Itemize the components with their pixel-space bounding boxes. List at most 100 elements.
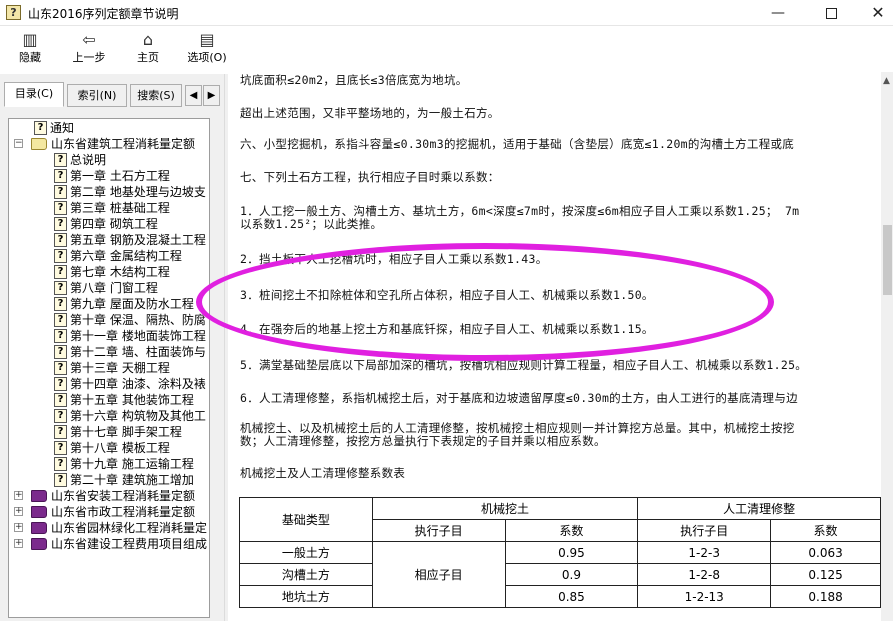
tree-item-building[interactable]: 山东省建筑工程消耗量定额 [31, 136, 195, 152]
home-button[interactable]: ⌂ 主页 [122, 29, 174, 69]
content-scrollbar[interactable]: ▲ [881, 72, 893, 621]
tree-item-label: 第十一章 楼地面装饰工程 [70, 329, 206, 343]
tree-item-chapter[interactable]: ? 第四章 砌筑工程 [54, 216, 158, 232]
highlight-ellipse [196, 243, 774, 361]
content-paragraph: 6．人工清理修整，系指机械挖土后，对于基底和边坡遗留厚度≤0.30m的土方，由人… [240, 391, 798, 405]
table-cell: 0.85 [504, 585, 639, 608]
table-header-manual: 人工清理修整 [637, 497, 881, 520]
help-page-icon: ? [54, 153, 67, 167]
back-arrow-icon: ⇦ [82, 30, 96, 49]
help-page-icon: ? [54, 425, 67, 439]
table-header-machine-sub: 执行子目 [371, 519, 506, 542]
nav-tabs: 目录(C) 索引(N) 搜索(S) ◀ ▶ [4, 82, 220, 108]
maximize-icon [825, 7, 837, 19]
tree-item-chapter[interactable]: ? 第十九章 施工运输工程 [54, 456, 194, 472]
scroll-up-arrow-icon[interactable]: ▲ [883, 76, 890, 86]
title-bar: ? 山东2016序列定额章节说明 — ✕ [0, 0, 893, 26]
help-page-icon: ? [54, 393, 67, 407]
tree-item-label: 第九章 屋面及防水工程 [70, 297, 194, 311]
help-page-icon: ? [54, 233, 67, 247]
tree-item-chapter[interactable]: ? 第二章 地基处理与边坡支 [54, 184, 206, 200]
options-icon: ▤ [199, 30, 215, 49]
tree-item-chapter[interactable]: ? 第十七章 脚手架工程 [54, 424, 182, 440]
tree-item-label: 第二章 地基处理与边坡支 [70, 185, 206, 199]
table-cell: 0.95 [504, 541, 639, 564]
close-button[interactable]: ✕ [855, 0, 893, 26]
table-cell: 1-2-8 [637, 563, 772, 586]
tree-item-label: 第十八章 模板工程 [70, 441, 170, 455]
tree-item-chapter[interactable]: ? 第十二章 墙、柱面装饰与 [54, 344, 206, 360]
tree-item-volume[interactable]: 山东省园林绿化工程消耗量定 [31, 520, 207, 536]
tree-item-chapter[interactable]: ? 第十八章 模板工程 [54, 440, 170, 456]
tab-scroll-left-button[interactable]: ◀ [185, 85, 202, 106]
table-header-type: 基础类型 [239, 497, 373, 542]
tree-item-notice[interactable]: ? 通知 [34, 120, 74, 136]
help-app-icon: ? [6, 5, 21, 20]
expand-icon[interactable]: + [14, 523, 23, 532]
tree-item-chapter[interactable]: ? 第十五章 其他装饰工程 [54, 392, 194, 408]
tree-item-label: 第十七章 脚手架工程 [70, 425, 182, 439]
content-paragraph: 机械挖土、以及机械挖土后的人工清理修整，按机械挖土相应规则一并计算挖方总量。其中… [240, 421, 795, 435]
tree-item-chapter[interactable]: ? 第十一章 楼地面装饰工程 [54, 328, 206, 344]
tree-item-chapter[interactable]: ? 第十四章 油漆、涂料及裱 [54, 376, 206, 392]
help-page-icon: ? [54, 281, 67, 295]
tree-item-label: 第六章 金属结构工程 [70, 249, 182, 263]
tree-item-chapter[interactable]: ? 第七章 木结构工程 [54, 264, 170, 280]
expand-icon[interactable]: + [14, 507, 23, 516]
tree-item-label: 第八章 门窗工程 [70, 281, 158, 295]
tab-scroll-right-button[interactable]: ▶ [203, 85, 220, 106]
tab-contents[interactable]: 目录(C) [4, 82, 64, 107]
tree-item-label: 第十九章 施工运输工程 [70, 457, 194, 471]
maximize-button[interactable] [808, 0, 854, 26]
tree-item-volume[interactable]: 山东省安装工程消耗量定额 [31, 488, 195, 504]
tree-item-label: 山东省园林绿化工程消耗量定 [51, 521, 208, 535]
tree-item-chapter[interactable]: ? 第三章 桩基础工程 [54, 200, 170, 216]
table-cell: 地坑土方 [239, 585, 373, 608]
minimize-button[interactable]: — [755, 0, 801, 26]
tree-item-label: 第十四章 油漆、涂料及裱 [70, 377, 206, 391]
tree-item-label: 通知 [50, 121, 75, 135]
tree-item-chapter[interactable]: ? 第九章 屋面及防水工程 [54, 296, 194, 312]
tree-item-chapter[interactable]: ? 第一章 土石方工程 [54, 168, 170, 184]
help-page-icon: ? [54, 297, 67, 311]
help-page-icon: ? [54, 361, 67, 375]
tree-item-chapter[interactable]: ? 第五章 钢筋及混凝土工程 [54, 232, 206, 248]
tree-item-label: 山东省市政工程消耗量定额 [51, 505, 196, 519]
home-icon: ⌂ [142, 30, 154, 49]
tree-item-volume[interactable]: 山东省建设工程费用项目组成 [31, 536, 207, 552]
scroll-thumb[interactable] [883, 225, 892, 295]
contents-tree: ? 通知 − 山东省建筑工程消耗量定额? 总说明? 第一章 土石方工程? 第二章 地基处理与… [8, 118, 210, 618]
tree-item-chapter[interactable]: ? 第十三章 天棚工程 [54, 360, 170, 376]
help-page-icon: ? [54, 201, 67, 215]
tree-item-chapter[interactable]: ? 第十章 保温、隔热、防腐 [54, 312, 206, 328]
tab-search[interactable]: 搜索(S) [130, 84, 182, 107]
help-page-icon: ? [54, 185, 67, 199]
content-paragraph: 七、下列土石方工程，执行相应子目时乘以系数： [240, 170, 500, 184]
table-header-manual-sub: 执行子目 [637, 519, 772, 542]
table-cell: 0.063 [770, 541, 881, 564]
back-button[interactable]: ⇦ 上一步 [63, 29, 115, 69]
tree-item-label: 第二十章 建筑施工增加 [70, 473, 194, 487]
content-paragraph: 机械挖土及人工清理修整系数表 [240, 466, 406, 480]
collapse-icon[interactable]: − [14, 139, 23, 148]
book-icon [31, 490, 47, 502]
tree-item-volume[interactable]: 山东省市政工程消耗量定额 [31, 504, 195, 520]
tree-item-chapter[interactable]: ? 第二十章 建筑施工增加 [54, 472, 194, 488]
tree-item-label: 第七章 木结构工程 [70, 265, 170, 279]
expand-icon[interactable]: + [14, 539, 23, 548]
tree-item-label: 第十六章 构筑物及其他工 [70, 409, 206, 423]
options-button[interactable]: ▤ 选项(O) [181, 29, 233, 69]
hide-button[interactable]: ▥ 隐藏 [4, 29, 56, 69]
tree-item-chapter[interactable]: ? 第六章 金属结构工程 [54, 248, 182, 264]
tab-index[interactable]: 索引(N) [67, 84, 127, 107]
table-cell: 0.125 [770, 563, 881, 586]
pane-splitter[interactable] [224, 74, 228, 621]
toolbar: ▥ 隐藏 ⇦ 上一步 ⌂ 主页 ▤ 选项(O) [0, 26, 893, 72]
help-page-icon: ? [54, 457, 67, 471]
table-header-manual-coef: 系数 [770, 519, 881, 542]
options-label: 选项(O) [187, 51, 227, 64]
expand-icon[interactable]: + [14, 491, 23, 500]
tree-item-chapter[interactable]: ? 第八章 门窗工程 [54, 280, 158, 296]
tree-item-chapter[interactable]: ? 总说明 [54, 152, 106, 168]
tree-item-chapter[interactable]: ? 第十六章 构筑物及其他工 [54, 408, 206, 424]
